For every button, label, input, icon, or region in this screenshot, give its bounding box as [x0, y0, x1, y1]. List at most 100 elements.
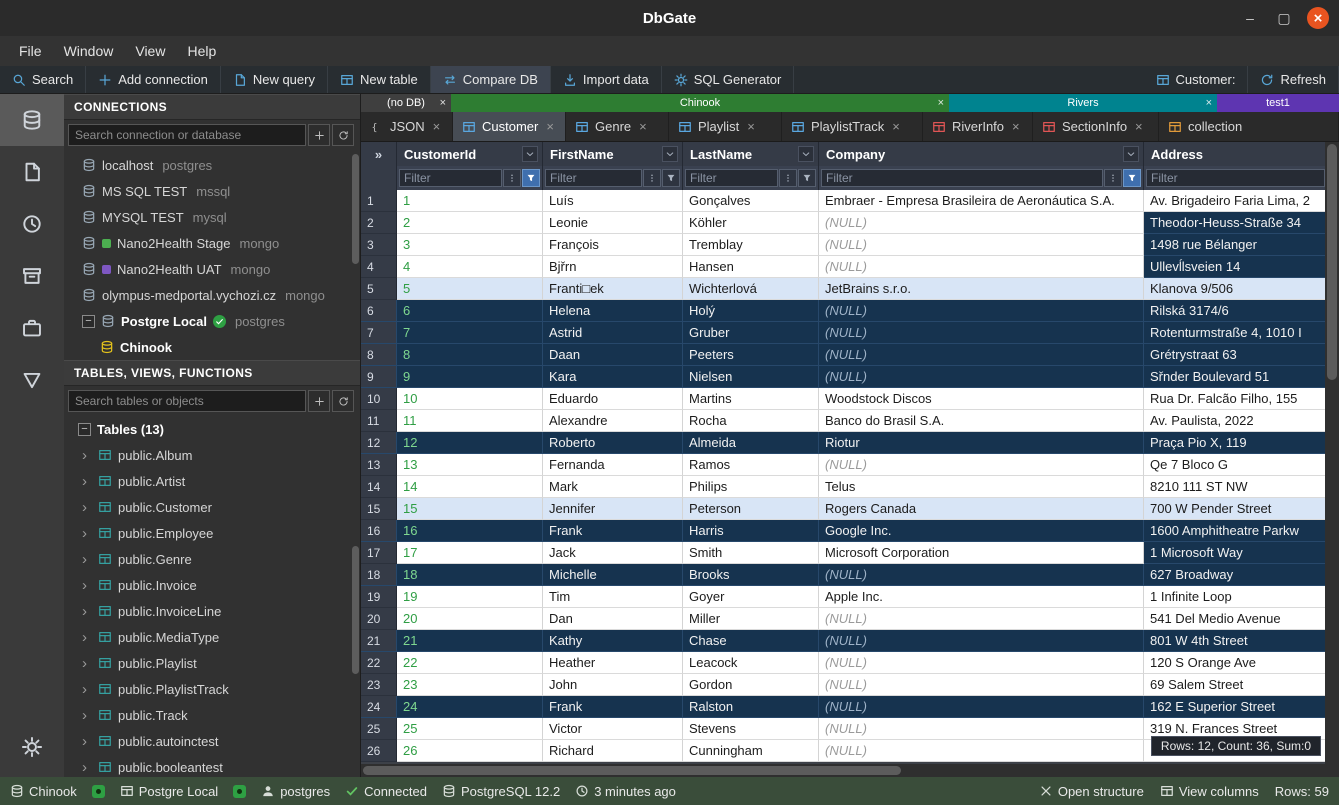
- cell-company[interactable]: (NULL): [819, 454, 1144, 476]
- row-number[interactable]: 5: [361, 278, 397, 300]
- chevron-right-icon[interactable]: ›: [82, 499, 92, 516]
- cell-address[interactable]: Av. Brigadeiro Faria Lima, 2: [1144, 190, 1325, 212]
- cell-lastname[interactable]: Rocha: [683, 410, 819, 432]
- cell-customerid[interactable]: 1: [397, 190, 543, 212]
- chevron-right-icon[interactable]: ›: [82, 551, 92, 568]
- table-item-public-genre[interactable]: ›public.Genre: [64, 546, 360, 572]
- connection-nano2health-uat[interactable]: Nano2Health UATmongo: [64, 256, 360, 282]
- cell-address[interactable]: 627 Broadway: [1144, 564, 1325, 586]
- chevron-down-icon[interactable]: [1123, 146, 1139, 162]
- chevron-right-icon[interactable]: ›: [82, 655, 92, 672]
- table-item-public-customer[interactable]: ›public.Customer: [64, 494, 360, 520]
- db-group-tab-chinook[interactable]: Chinook×: [451, 94, 949, 112]
- filter-menu-icon[interactable]: [643, 169, 661, 187]
- cell-firstname[interactable]: Alexandre: [543, 410, 683, 432]
- activity-archive-icon[interactable]: [0, 250, 64, 302]
- connection-mysql-test[interactable]: MYSQL TESTmysql: [64, 204, 360, 230]
- cell-lastname[interactable]: Gordon: [683, 674, 819, 696]
- filter-funnel-icon[interactable]: [1123, 169, 1141, 187]
- cell-company[interactable]: Woodstock Discos: [819, 388, 1144, 410]
- filter-funnel-icon[interactable]: [798, 169, 816, 187]
- scrollbar-thumb[interactable]: [363, 766, 901, 775]
- cell-customerid[interactable]: 8: [397, 344, 543, 366]
- cell-firstname[interactable]: François: [543, 234, 683, 256]
- close-icon[interactable]: ×: [1206, 97, 1212, 109]
- connections-search-input[interactable]: [68, 124, 306, 146]
- cell-customerid[interactable]: 14: [397, 476, 543, 498]
- close-icon[interactable]: ×: [639, 119, 647, 134]
- status-view-columns[interactable]: View columns: [1160, 784, 1259, 799]
- cell-lastname[interactable]: Nielsen: [683, 366, 819, 388]
- cell-address[interactable]: Av. Paulista, 2022: [1144, 410, 1325, 432]
- toolbar-import-data-button[interactable]: Import data: [551, 66, 662, 93]
- cell-customerid[interactable]: 20: [397, 608, 543, 630]
- cell-lastname[interactable]: Tremblay: [683, 234, 819, 256]
- row-number[interactable]: 15: [361, 498, 397, 520]
- row-number[interactable]: 25: [361, 718, 397, 740]
- row-number[interactable]: 4: [361, 256, 397, 278]
- grid-vertical-scrollbar[interactable]: [1325, 142, 1339, 764]
- cell-lastname[interactable]: Leacock: [683, 652, 819, 674]
- cell-company[interactable]: (NULL): [819, 608, 1144, 630]
- tables-group[interactable]: −Tables (13): [64, 416, 360, 442]
- menu-view[interactable]: View: [124, 39, 176, 63]
- toolbar-compare-db-button[interactable]: Compare DB: [431, 66, 551, 93]
- cell-customerid[interactable]: 15: [397, 498, 543, 520]
- toolbar-customer-button[interactable]: Customer:: [1144, 66, 1249, 93]
- cell-customerid[interactable]: 18: [397, 564, 543, 586]
- chevron-down-icon[interactable]: [522, 146, 538, 162]
- cell-address[interactable]: 120 S Orange Ave: [1144, 652, 1325, 674]
- cell-company[interactable]: Riotur: [819, 432, 1144, 454]
- cell-address[interactable]: 801 W 4th Street: [1144, 630, 1325, 652]
- filter-input-address[interactable]: [1146, 169, 1325, 187]
- cell-address[interactable]: 162 E Superior Street: [1144, 696, 1325, 718]
- table-item-public-playlisttrack[interactable]: ›public.PlaylistTrack: [64, 676, 360, 702]
- cell-customerid[interactable]: 19: [397, 586, 543, 608]
- cell-company[interactable]: (NULL): [819, 630, 1144, 652]
- cell-customerid[interactable]: 7: [397, 322, 543, 344]
- connection-chinook[interactable]: Chinook: [64, 334, 360, 360]
- tab-riverinfo[interactable]: RiverInfo×: [923, 112, 1033, 141]
- chevron-right-icon[interactable]: ›: [82, 525, 92, 542]
- close-icon[interactable]: ×: [440, 97, 446, 109]
- cell-lastname[interactable]: Martins: [683, 388, 819, 410]
- activity-clock-icon[interactable]: [0, 198, 64, 250]
- toolbar-new-table-button[interactable]: New table: [328, 66, 431, 93]
- chevron-right-icon[interactable]: ›: [82, 577, 92, 594]
- cell-address[interactable]: 700 W Pender Street: [1144, 498, 1325, 520]
- cell-customerid[interactable]: 23: [397, 674, 543, 696]
- row-number[interactable]: 17: [361, 542, 397, 564]
- cell-firstname[interactable]: Richard: [543, 740, 683, 762]
- cell-customerid[interactable]: 9: [397, 366, 543, 388]
- cell-company[interactable]: Microsoft Corporation: [819, 542, 1144, 564]
- cell-lastname[interactable]: Philips: [683, 476, 819, 498]
- add-connection-icon[interactable]: [308, 124, 330, 146]
- connection-ms-sql-test[interactable]: MS SQL TESTmssql: [64, 178, 360, 204]
- row-number[interactable]: 26: [361, 740, 397, 762]
- cell-lastname[interactable]: Ralston: [683, 696, 819, 718]
- cell-firstname[interactable]: Kara: [543, 366, 683, 388]
- cell-lastname[interactable]: Almeida: [683, 432, 819, 454]
- table-item-public-employee[interactable]: ›public.Employee: [64, 520, 360, 546]
- tab-customer[interactable]: Customer×: [453, 112, 566, 141]
- row-number[interactable]: 22: [361, 652, 397, 674]
- connection-localhost[interactable]: localhostpostgres: [64, 152, 360, 178]
- cell-lastname[interactable]: Ramos: [683, 454, 819, 476]
- maximize-icon[interactable]: ▢: [1273, 7, 1295, 29]
- cell-firstname[interactable]: Michelle: [543, 564, 683, 586]
- cell-company[interactable]: (NULL): [819, 256, 1144, 278]
- chevron-down-icon[interactable]: [662, 146, 678, 162]
- cell-company[interactable]: JetBrains s.r.o.: [819, 278, 1144, 300]
- cell-customerid[interactable]: 13: [397, 454, 543, 476]
- toolbar-search-button[interactable]: Search: [0, 66, 86, 93]
- chevron-right-icon[interactable]: ›: [82, 759, 92, 776]
- cell-lastname[interactable]: Goyer: [683, 586, 819, 608]
- cell-company[interactable]: Google Inc.: [819, 520, 1144, 542]
- cell-company[interactable]: (NULL): [819, 300, 1144, 322]
- row-number[interactable]: 2: [361, 212, 397, 234]
- row-number[interactable]: 3: [361, 234, 397, 256]
- cell-lastname[interactable]: Cunningham: [683, 740, 819, 762]
- cell-firstname[interactable]: Bjřrn: [543, 256, 683, 278]
- cell-firstname[interactable]: Roberto: [543, 432, 683, 454]
- collapse-icon[interactable]: −: [82, 315, 95, 328]
